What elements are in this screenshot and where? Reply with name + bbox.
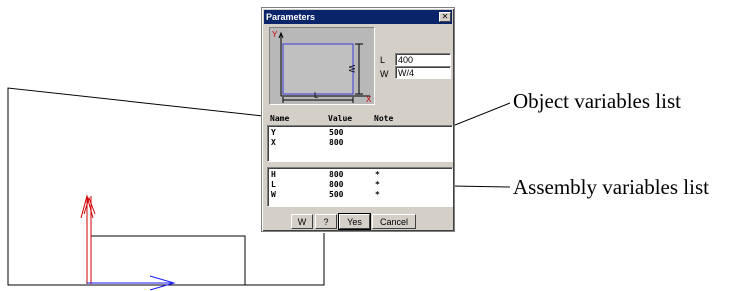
variable-list-header: Name Value Note bbox=[270, 114, 450, 124]
list-item[interactable]: H 800 * bbox=[268, 170, 452, 180]
variable-name: Y bbox=[271, 128, 276, 137]
variable-name: X bbox=[271, 138, 276, 147]
x-axis-arrow bbox=[87, 275, 176, 291]
variable-value: 500 bbox=[329, 190, 344, 199]
assembly-variables-list[interactable]: H 800 * L 800 * W 500 * bbox=[267, 167, 453, 207]
variable-name: H bbox=[271, 170, 276, 179]
list-item[interactable]: W 500 * bbox=[268, 190, 452, 200]
list-item[interactable]: X 800 bbox=[268, 138, 452, 148]
param-l-label: L bbox=[380, 55, 386, 65]
preview-y-label: Y bbox=[272, 30, 278, 39]
assembly-callout-leader bbox=[451, 185, 511, 188]
variable-note: * bbox=[375, 190, 380, 199]
object-variables-callout: Object variables list bbox=[513, 89, 681, 113]
y-axis-arrow bbox=[80, 194, 96, 284]
column-value-header: Value bbox=[328, 114, 353, 123]
yes-button[interactable]: Yes bbox=[338, 213, 371, 230]
w-button[interactable]: W bbox=[291, 214, 313, 229]
variable-value: 800 bbox=[329, 138, 344, 147]
param-w-input[interactable] bbox=[395, 66, 451, 79]
column-note-header: Note bbox=[374, 114, 394, 123]
preview-l-label: L bbox=[314, 91, 319, 100]
param-l-input[interactable] bbox=[395, 53, 451, 66]
param-w-label: W bbox=[380, 69, 389, 79]
variable-value: 500 bbox=[329, 128, 344, 137]
variable-name: L bbox=[271, 180, 276, 189]
dialog-titlebar[interactable]: Parameters ✕ bbox=[264, 10, 452, 24]
list-item[interactable]: L 800 * bbox=[268, 180, 452, 190]
variable-note: * bbox=[375, 170, 380, 179]
object-outline bbox=[7, 87, 264, 286]
preview-object-rect bbox=[282, 43, 354, 95]
close-icon: ✕ bbox=[441, 12, 449, 21]
column-name-header: Name bbox=[270, 114, 290, 123]
shape-preview: Y X W L bbox=[269, 27, 375, 105]
assembly-variables-callout: Assembly variables list bbox=[513, 175, 709, 199]
list-item[interactable]: Y 500 bbox=[268, 128, 452, 138]
variable-value: 800 bbox=[329, 180, 344, 189]
preview-y-axis: Y bbox=[272, 30, 284, 96]
object-variables-list[interactable]: Y 500 X 800 bbox=[267, 125, 453, 162]
variable-value: 800 bbox=[329, 170, 344, 179]
cancel-button[interactable]: Cancel bbox=[372, 214, 416, 229]
dialog-title: Parameters bbox=[266, 12, 316, 22]
assembly-outline bbox=[245, 233, 325, 286]
variable-note: * bbox=[375, 180, 380, 189]
close-button[interactable]: ✕ bbox=[439, 12, 451, 22]
parameters-dialog: Parameters ✕ Y X W L L 400 W W/4 Name Va… bbox=[261, 7, 455, 232]
preview-w-label: W bbox=[347, 65, 356, 73]
preview-x-label: X bbox=[366, 95, 372, 104]
variable-name: W bbox=[271, 190, 276, 199]
help-button[interactable]: ? bbox=[315, 214, 337, 229]
